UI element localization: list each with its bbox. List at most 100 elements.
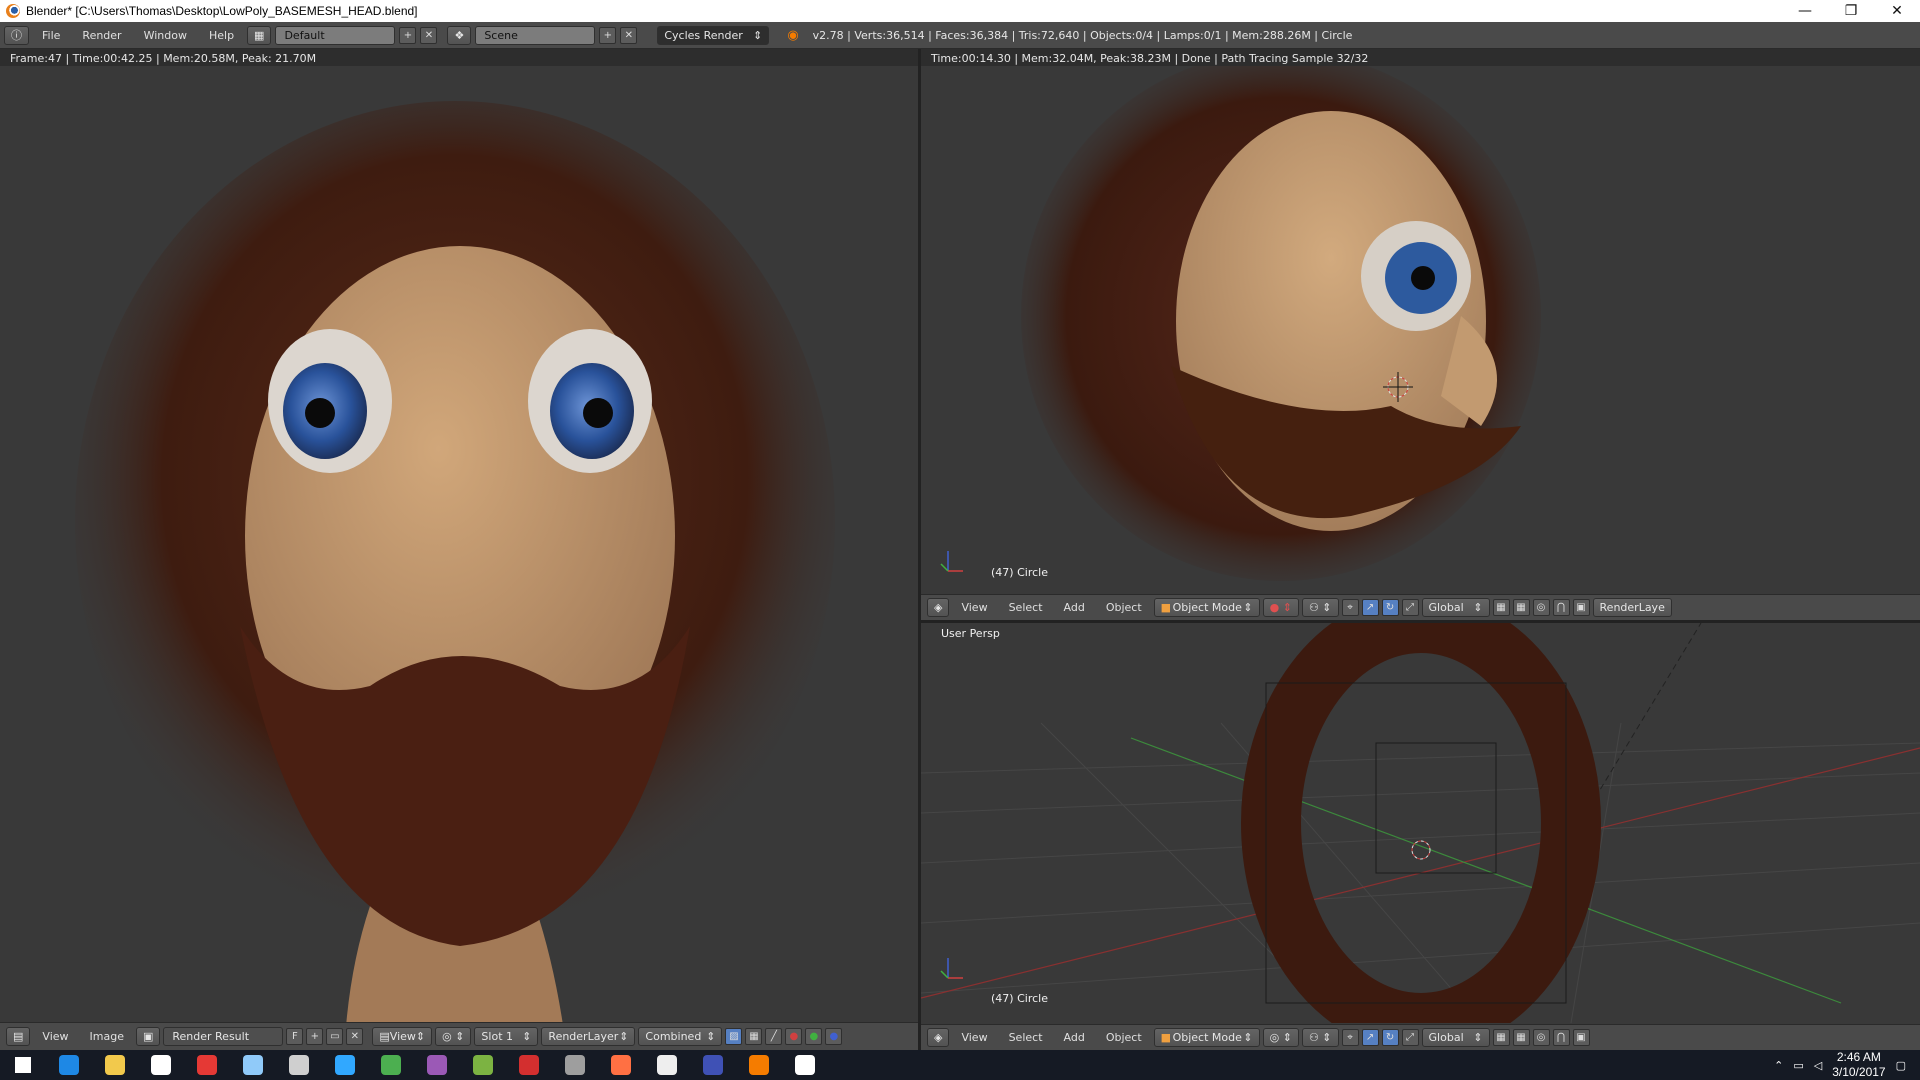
scale-button[interactable]: ⤢ bbox=[1401, 599, 1419, 616]
translate-button[interactable]: ↗ bbox=[1361, 1029, 1379, 1046]
menu-view[interactable]: View bbox=[952, 601, 996, 614]
taskbar-app-app-tile[interactable] bbox=[230, 1050, 276, 1080]
layers-grid-2[interactable]: ▦ bbox=[1512, 599, 1530, 616]
menu-window[interactable]: Window bbox=[135, 29, 196, 42]
proportional-edit-button[interactable]: ◎ bbox=[1532, 1029, 1550, 1046]
taskbar-app-chrome[interactable] bbox=[184, 1050, 230, 1080]
rendered-viewport-image[interactable] bbox=[921, 66, 1920, 596]
menu-select[interactable]: Select bbox=[1000, 1031, 1052, 1044]
z-buffer-button[interactable]: ╱ bbox=[765, 1028, 783, 1045]
fake-user-button[interactable]: F bbox=[286, 1028, 304, 1045]
menu-object[interactable]: Object bbox=[1097, 601, 1151, 614]
taskbar-app-store[interactable] bbox=[138, 1050, 184, 1080]
render-layer-field[interactable]: RenderLaye bbox=[1592, 598, 1672, 617]
editor-type-info-button[interactable]: ⓘ bbox=[4, 25, 29, 45]
persp-viewport-canvas[interactable] bbox=[921, 623, 1920, 1023]
taskbar-app-eclipse[interactable] bbox=[690, 1050, 736, 1080]
editor-type-button[interactable]: ◈ bbox=[927, 1028, 950, 1047]
taskbar-app-notepad[interactable] bbox=[460, 1050, 506, 1080]
draw-image-button[interactable]: ▨ bbox=[725, 1028, 743, 1045]
screen-layout-selector[interactable]: ▦ bbox=[247, 25, 272, 45]
viewport-rendered-area[interactable]: Time:00:14.30 | Mem:32.04M, Peak:38.23M … bbox=[921, 49, 1920, 620]
menu-view[interactable]: View bbox=[33, 1030, 77, 1043]
menu-select[interactable]: Select bbox=[1000, 601, 1052, 614]
chevron-up-icon[interactable]: ⌃ bbox=[1774, 1059, 1783, 1072]
object-mode-dropdown[interactable]: ■ Object Mode ⇕ bbox=[1153, 1028, 1260, 1047]
pivot-dropdown[interactable]: ⚇ ⇕ bbox=[1301, 598, 1339, 617]
opengl-render-button[interactable]: ▣ bbox=[1572, 1029, 1590, 1046]
browse-image-button[interactable]: ▣ bbox=[135, 1027, 161, 1046]
taskbar-app-file-explorer[interactable] bbox=[92, 1050, 138, 1080]
screen-layout-field[interactable]: Default bbox=[275, 25, 396, 45]
viewport-persp-area[interactable]: User Persp (47) Circle ◈ View Select Add… bbox=[921, 623, 1920, 1050]
rotate-button[interactable]: ↻ bbox=[1381, 1029, 1399, 1046]
alpha-button[interactable]: ▦ bbox=[745, 1028, 763, 1045]
menu-file[interactable]: File bbox=[33, 29, 69, 42]
scene-field[interactable]: Scene bbox=[475, 25, 596, 45]
menu-view[interactable]: View bbox=[952, 1031, 996, 1044]
object-mode-dropdown[interactable]: ■ Object Mode ⇕ bbox=[1153, 598, 1260, 617]
opengl-render-button[interactable]: ▣ bbox=[1572, 599, 1590, 616]
render-pass-dropdown[interactable]: Combined ⇕ bbox=[638, 1027, 723, 1046]
menu-object[interactable]: Object bbox=[1097, 1031, 1151, 1044]
red-channel-button[interactable]: ● bbox=[785, 1028, 803, 1045]
shading-dropdown[interactable]: ◎ ⇕ bbox=[1262, 1028, 1299, 1047]
image-name-field[interactable]: Render Result bbox=[163, 1027, 284, 1046]
network-icon[interactable]: ▭ bbox=[1793, 1059, 1803, 1072]
taskbar-app-unity[interactable] bbox=[644, 1050, 690, 1080]
view-mode-dropdown[interactable]: ▤ View ⇕ bbox=[372, 1027, 433, 1046]
taskbar-app-filezilla[interactable] bbox=[506, 1050, 552, 1080]
manipulator-toggle[interactable]: ⌖ bbox=[1341, 1029, 1359, 1046]
menu-image[interactable]: Image bbox=[81, 1030, 133, 1043]
render-engine-dropdown[interactable]: Cycles Render ⇕ bbox=[657, 25, 770, 45]
open-image-button[interactable]: ▭ bbox=[326, 1028, 344, 1045]
close-button[interactable]: ✕ bbox=[1874, 0, 1920, 22]
taskbar-app-premiere[interactable] bbox=[414, 1050, 460, 1080]
taskbar-app-windows-start[interactable] bbox=[0, 1050, 46, 1080]
scene-selector[interactable]: ❖ bbox=[447, 25, 472, 45]
render-result-image[interactable] bbox=[0, 66, 918, 1039]
layers-grid-1[interactable]: ▦ bbox=[1492, 1029, 1510, 1046]
proportional-edit-button[interactable]: ◎ bbox=[1532, 599, 1550, 616]
rotate-button[interactable]: ↻ bbox=[1381, 599, 1399, 616]
delete-screen-button[interactable]: ✕ bbox=[420, 26, 438, 44]
slot-dropdown[interactable]: Slot 1 ⇕ bbox=[474, 1027, 539, 1046]
minimize-button[interactable]: — bbox=[1782, 0, 1828, 22]
pivot-dropdown[interactable]: ◎ ⇕ bbox=[435, 1027, 472, 1046]
manipulator-toggle[interactable]: ⌖ bbox=[1341, 599, 1359, 616]
editor-type-button[interactable]: ▤ bbox=[6, 1027, 31, 1046]
pivot-dropdown[interactable]: ⚇ ⇕ bbox=[1301, 1028, 1339, 1047]
scale-button[interactable]: ⤢ bbox=[1401, 1029, 1419, 1046]
action-center-icon[interactable]: ▢ bbox=[1896, 1059, 1906, 1072]
orientation-dropdown[interactable]: Global ⇕ bbox=[1421, 598, 1490, 617]
snap-button[interactable]: ⋂ bbox=[1552, 1029, 1570, 1046]
volume-icon[interactable]: ◁ bbox=[1814, 1059, 1822, 1072]
unlink-image-button[interactable]: ✕ bbox=[346, 1028, 364, 1045]
taskbar-app-app-window[interactable] bbox=[552, 1050, 598, 1080]
render-layer-dropdown[interactable]: RenderLayer ⇕ bbox=[541, 1027, 636, 1046]
taskbar-app-calculator[interactable] bbox=[276, 1050, 322, 1080]
delete-scene-button[interactable]: ✕ bbox=[620, 26, 638, 44]
menu-help[interactable]: Help bbox=[200, 29, 243, 42]
editor-type-button[interactable]: ◈ bbox=[927, 598, 950, 617]
taskbar-app-dreamweaver[interactable] bbox=[368, 1050, 414, 1080]
taskbar-app-photoshop[interactable] bbox=[322, 1050, 368, 1080]
add-scene-button[interactable]: + bbox=[599, 26, 617, 44]
taskbar-app-photos[interactable] bbox=[782, 1050, 828, 1080]
snap-button[interactable]: ⋂ bbox=[1552, 599, 1570, 616]
restore-button[interactable]: ❐ bbox=[1828, 0, 1874, 22]
taskbar-app-blender[interactable] bbox=[736, 1050, 782, 1080]
blue-channel-button[interactable]: ● bbox=[825, 1028, 843, 1045]
clock[interactable]: 2:46 AM 3/10/2017 bbox=[1832, 1050, 1885, 1080]
translate-button[interactable]: ↗ bbox=[1361, 599, 1379, 616]
menu-add[interactable]: Add bbox=[1055, 601, 1094, 614]
layers-grid-1[interactable]: ▦ bbox=[1492, 599, 1510, 616]
taskbar-app-firefox[interactable] bbox=[598, 1050, 644, 1080]
new-image-button[interactable]: + bbox=[306, 1028, 324, 1045]
green-channel-button[interactable]: ● bbox=[805, 1028, 823, 1045]
layers-grid-2[interactable]: ▦ bbox=[1512, 1029, 1530, 1046]
orientation-dropdown[interactable]: Global ⇕ bbox=[1421, 1028, 1490, 1047]
add-screen-button[interactable]: + bbox=[399, 26, 417, 44]
shading-dropdown[interactable]: ● ⇕ bbox=[1262, 598, 1299, 617]
menu-add[interactable]: Add bbox=[1055, 1031, 1094, 1044]
